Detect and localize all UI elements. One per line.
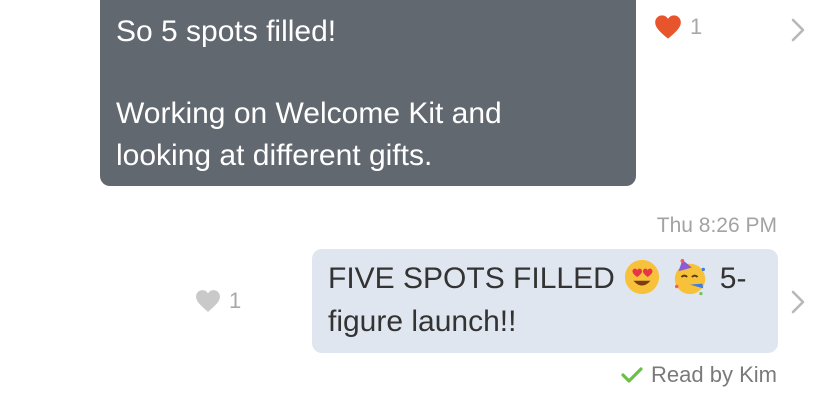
message-timestamp: Thu 8:26 PM [656, 214, 777, 237]
like-reaction-incoming[interactable]: 1 [654, 14, 702, 40]
heart-eyes-emoji-icon [624, 259, 660, 295]
incoming-message-bubble[interactable]: So 5 spots filled! Working on Welcome Ki… [100, 0, 636, 186]
message-text: So 5 spots filled! [116, 15, 337, 48]
message-text: looking at different gifts. [116, 139, 433, 172]
heart-icon [655, 15, 681, 39]
chevron-right-icon[interactable] [790, 17, 806, 43]
message-thread: So 5 spots filled! Working on Welcome Ki… [0, 0, 828, 405]
like-count: 1 [229, 288, 242, 313]
read-receipt: Read by Kim [621, 362, 777, 388]
message-text: 5- [719, 262, 747, 295]
like-reaction-outgoing[interactable]: 1 [195, 288, 241, 314]
message-text: Working on Welcome Kit and [116, 97, 502, 130]
chevron-right-icon[interactable] [790, 289, 806, 315]
party-face-emoji-icon [675, 258, 706, 296]
message-text: FIVE SPOTS FILLED [328, 262, 615, 295]
checkmark-icon [621, 367, 643, 383]
heart-icon [196, 290, 220, 312]
read-receipt-text: Read by Kim [651, 362, 777, 387]
message-text: figure launch!! [328, 305, 517, 338]
message-text-line: FIVE SPOTS FILLED 5- [328, 257, 762, 300]
like-count: 1 [690, 14, 703, 39]
outgoing-message-bubble[interactable]: FIVE SPOTS FILLED 5- figure launch!! [312, 249, 778, 353]
